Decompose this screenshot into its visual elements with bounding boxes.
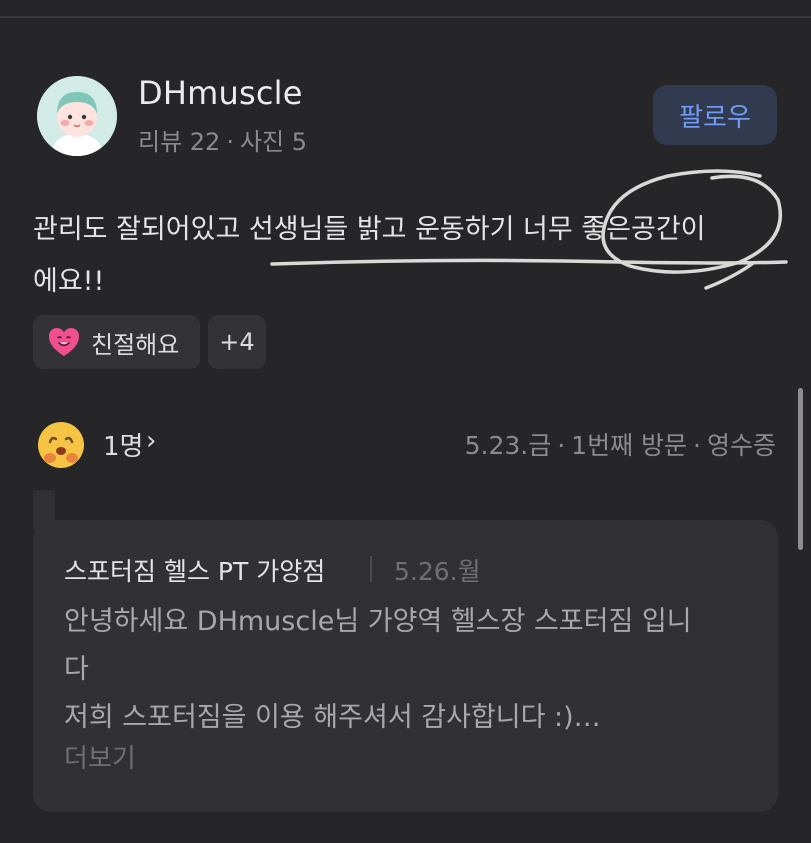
avatar-face-icon (37, 76, 117, 156)
reply-line-1: 안녕하세요 DHmuscle님 가양역 헬스장 스포터짐 입니 (64, 606, 692, 637)
reaction-count[interactable]: 1명 (103, 426, 143, 463)
tag-kind[interactable]: 친절해요 (33, 315, 200, 369)
reply-header-divider (370, 556, 372, 582)
chevron-right-icon[interactable]: › (146, 426, 156, 456)
tag-more-button[interactable]: +4 (208, 315, 266, 369)
meta-separator: · (226, 128, 234, 156)
username[interactable]: DHmuscle (138, 74, 303, 112)
visit-order: 1번째 방문 (571, 431, 688, 460)
follow-button[interactable]: 팔로우 (653, 85, 777, 145)
receipt-label: 영수증 (706, 431, 776, 460)
reply-store-name[interactable]: 스포터짐 헬스 PT 가양점 (64, 552, 325, 588)
review-text: 관리도 잘되어있고 선생님들 밝고 운동하기 너무 좋은공간이 에요!! (33, 204, 793, 308)
tag-kind-label: 친절해요 (91, 330, 180, 359)
visit-info: 5.23.금 · 1번째 방문 · 영수증 (465, 426, 776, 462)
review-line-2: 에요!! (33, 266, 105, 297)
smiling-heart-icon (49, 328, 79, 356)
user-avatar[interactable] (37, 76, 117, 156)
reply-body: 안녕하세요 DHmuscle님 가양역 헬스장 스포터짐 입니 다 저희 스포터… (64, 598, 754, 742)
visit-separator: · (557, 431, 566, 460)
visit-date: 5.23.금 (464, 431, 552, 460)
scrollbar-thumb[interactable] (798, 388, 803, 550)
user-stats: 리뷰 22 · 사진 5 (138, 122, 307, 157)
photo-count: 사진 5 (239, 128, 308, 156)
visit-separator: · (693, 431, 701, 460)
top-divider (0, 16, 811, 18)
review-line-1: 관리도 잘되어있고 선생님들 밝고 운동하기 너무 좋은공간이 (33, 214, 706, 245)
reply-line-3: 저희 스포터짐을 이용 해주셔서 감사합니다 :)… (64, 702, 601, 733)
reaction-emoji-icon[interactable] (36, 420, 86, 470)
reply-date: 5.26.월 (394, 557, 481, 586)
reply-line-2: 다 (64, 654, 89, 685)
reply-more-link[interactable]: 더보기 (64, 738, 136, 775)
review-count: 리뷰 22 (138, 128, 221, 156)
